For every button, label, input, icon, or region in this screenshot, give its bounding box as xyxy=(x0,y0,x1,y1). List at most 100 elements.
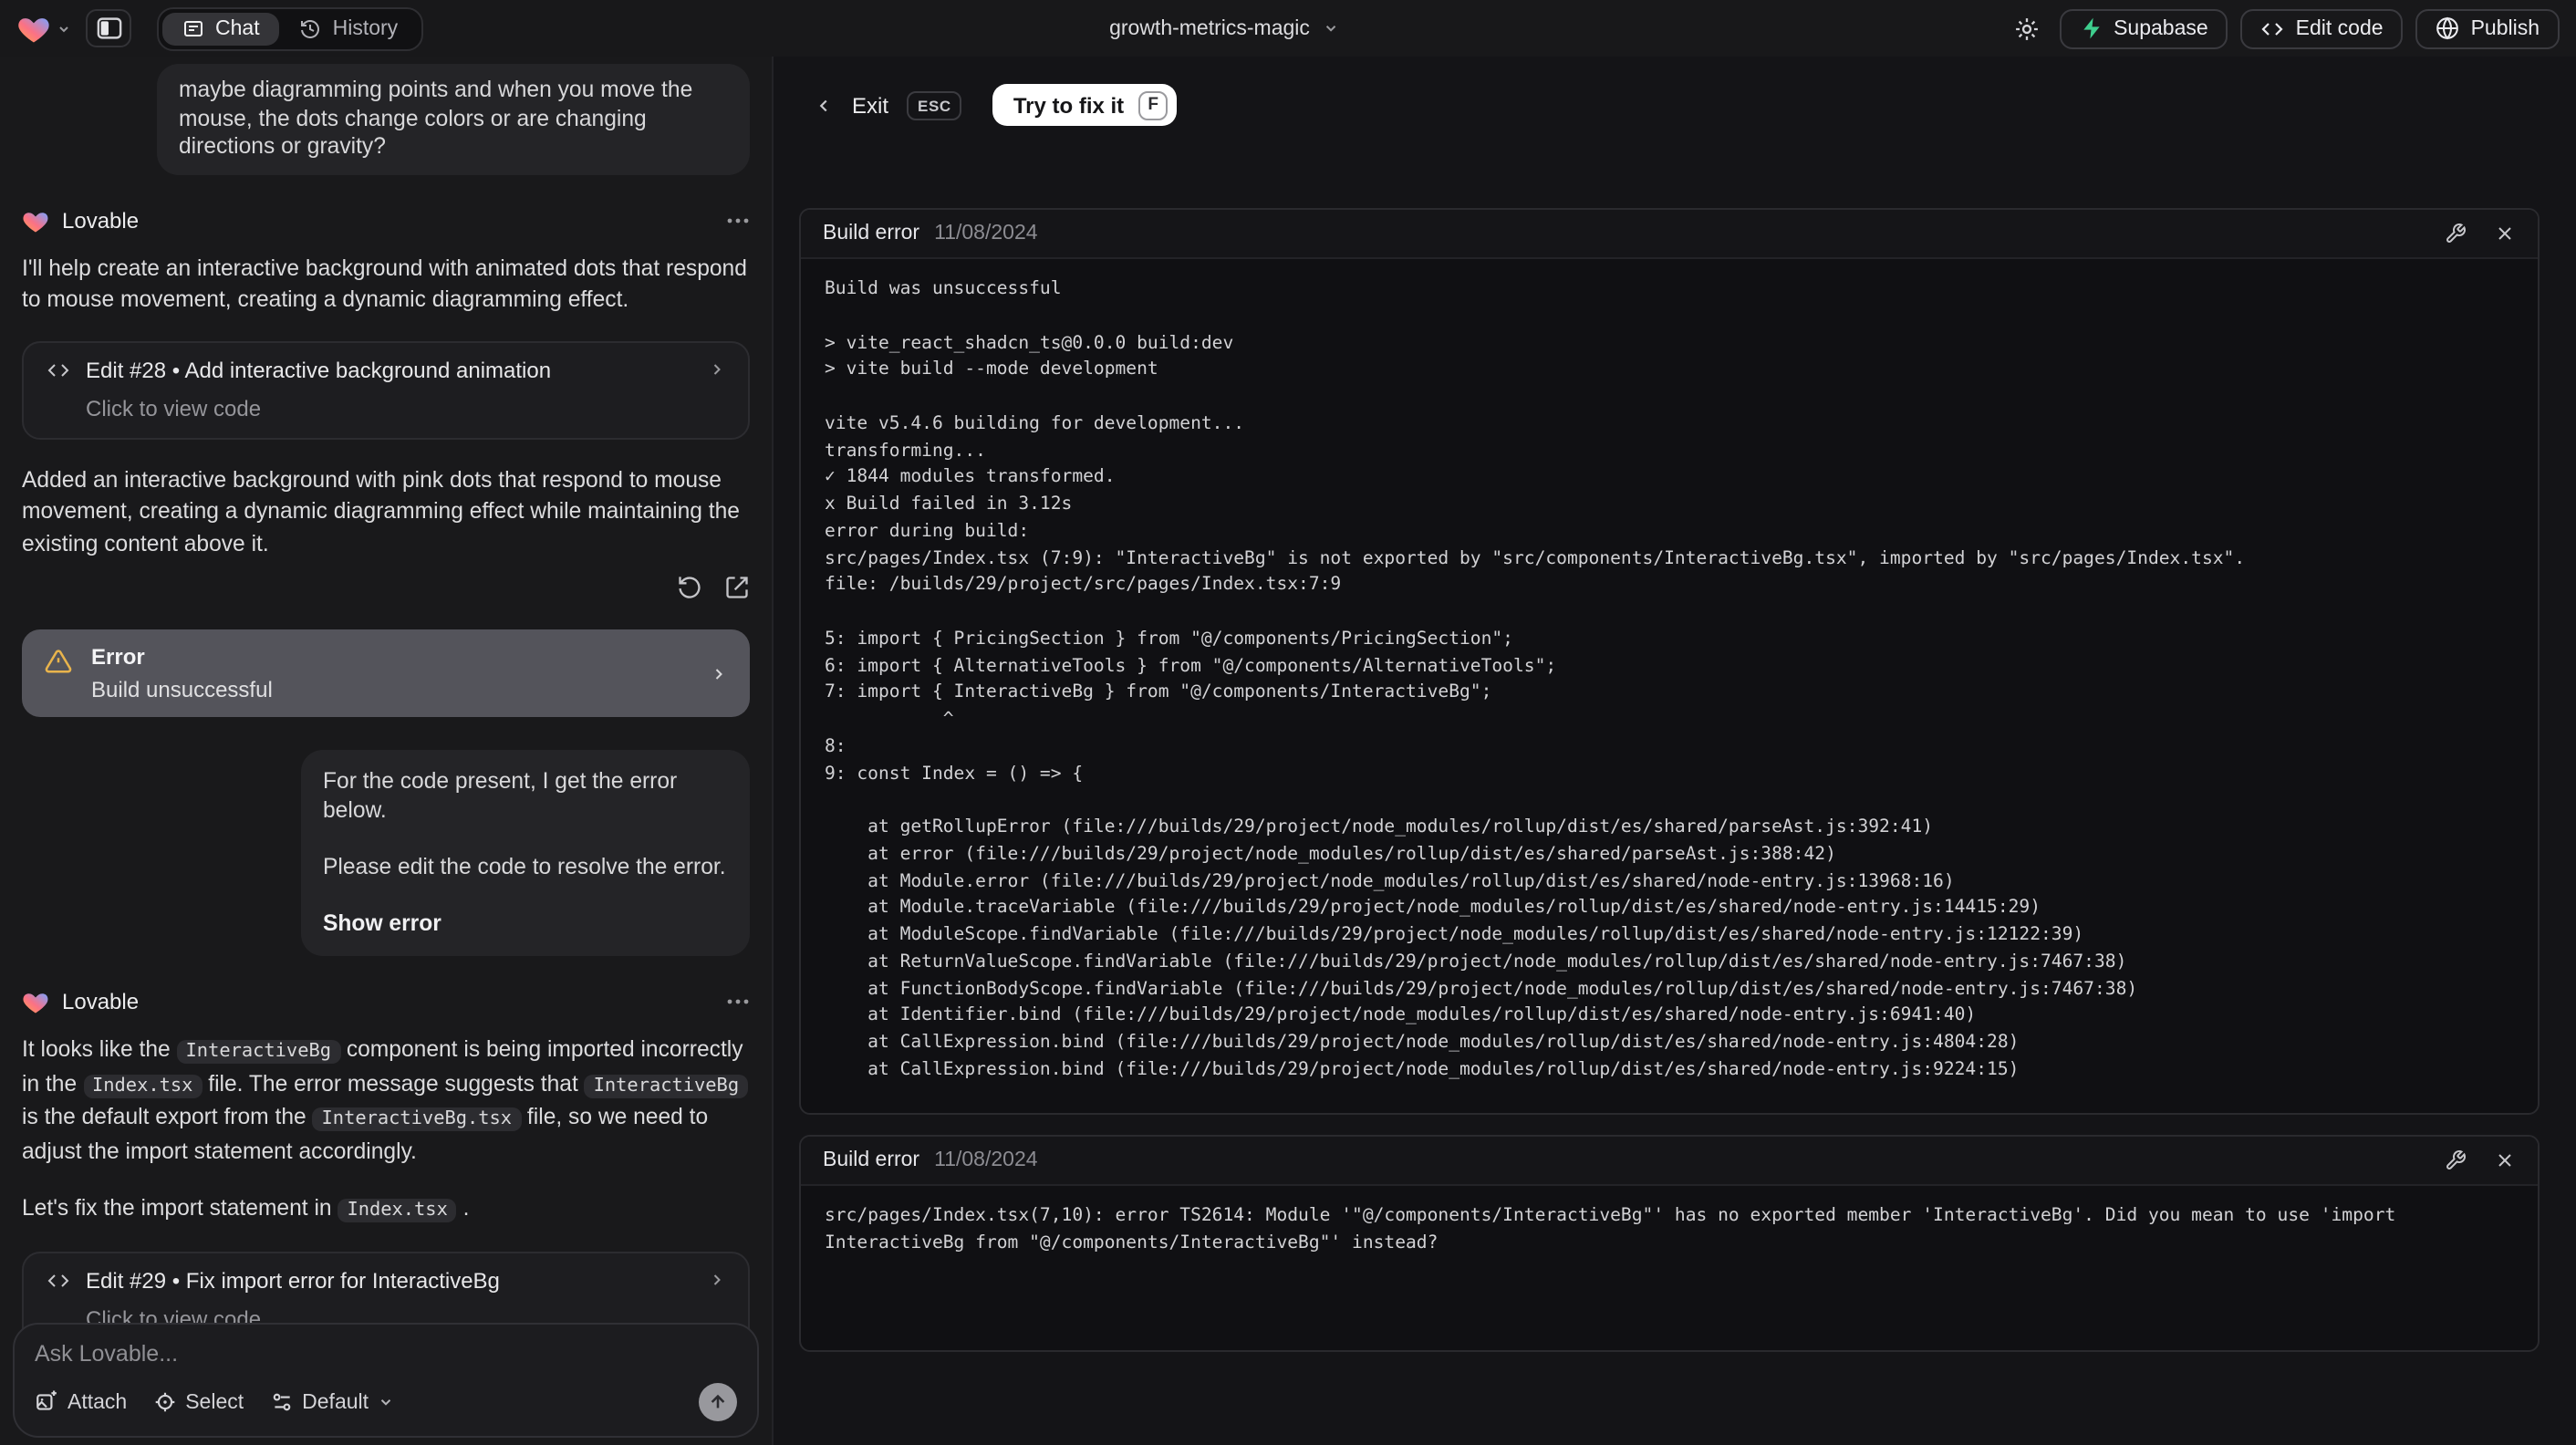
chat-composer: Attach Select Default xyxy=(13,1323,759,1438)
error-toolbar: Exit ESC Try to fix it F xyxy=(799,57,2540,153)
select-label: Select xyxy=(185,1391,244,1413)
error-panel-header: Build error 11/08/2024 xyxy=(801,1137,2538,1186)
arrow-up-icon xyxy=(708,1392,728,1412)
supabase-button[interactable]: Supabase xyxy=(2059,8,2228,48)
gear-icon xyxy=(2013,16,2039,41)
edit-card-subtitle: Click to view code xyxy=(86,395,262,421)
publish-button[interactable]: Publish xyxy=(2415,8,2560,48)
build-error-card[interactable]: Error Build unsuccessful xyxy=(22,629,750,717)
lovable-heart-icon xyxy=(22,207,49,233)
text-segment: It looks like the xyxy=(22,1036,177,1062)
error-panel-body: src/pages/Index.tsx(7,10): error TS2614:… xyxy=(801,1186,2538,1276)
supabase-label: Supabase xyxy=(2114,17,2208,39)
more-menu-icon[interactable] xyxy=(726,998,750,1005)
text-segment: file. The error message suggests that xyxy=(202,1070,585,1096)
close-icon[interactable] xyxy=(2494,1149,2516,1171)
assistant-name: Lovable xyxy=(62,989,140,1014)
assistant-paragraph: Let's fix the import statement in Index.… xyxy=(22,1193,750,1227)
send-button[interactable] xyxy=(699,1383,737,1421)
assistant-header: Lovable xyxy=(22,207,750,233)
lovable-heart-icon xyxy=(22,989,49,1014)
lovable-app: Chat History growth-metrics-magic Supaba… xyxy=(0,0,2576,1445)
tab-history[interactable]: History xyxy=(280,12,419,45)
tab-history-label: History xyxy=(332,17,399,39)
chat-scroll-area[interactable]: maybe diagramming points and when you mo… xyxy=(0,57,772,1445)
exit-button[interactable]: Exit xyxy=(852,92,888,118)
close-icon[interactable] xyxy=(2494,223,2516,244)
code-brackets-icon xyxy=(46,359,71,380)
chat-input[interactable] xyxy=(35,1341,737,1367)
error-panel-title: Build error xyxy=(823,1149,920,1171)
text-segment: is the default export from the xyxy=(22,1104,313,1129)
chevron-left-icon[interactable] xyxy=(814,94,834,116)
edit-code-button[interactable]: Edit code xyxy=(2240,8,2404,48)
globe-icon xyxy=(2436,16,2460,40)
inline-code: InteractiveBg.tsx xyxy=(312,1107,522,1131)
f-key-badge: F xyxy=(1138,90,1169,120)
user-message-text: maybe diagramming points and when you mo… xyxy=(179,77,693,159)
chevron-down-icon xyxy=(57,21,71,36)
chat-history-tabs: Chat History xyxy=(157,6,424,50)
error-card-title: Error xyxy=(91,644,145,670)
error-panel-date: 11/08/2024 xyxy=(934,1149,1038,1171)
text-segment: Let's fix the import statement in xyxy=(22,1195,338,1221)
wrench-icon[interactable] xyxy=(2445,223,2467,244)
message-actions xyxy=(22,575,750,600)
chevron-down-icon xyxy=(1323,20,1339,36)
try-to-fix-button[interactable]: Try to fix it F xyxy=(992,84,1178,126)
image-plus-icon xyxy=(35,1390,58,1414)
sidebar-toggle-button[interactable] xyxy=(86,9,131,47)
edit-card-28[interactable]: Edit #28 • Add interactive background an… xyxy=(22,340,750,439)
publish-label: Publish xyxy=(2470,17,2540,39)
settings-button[interactable] xyxy=(2006,9,2046,47)
more-menu-icon[interactable] xyxy=(726,216,750,224)
error-view: Exit ESC Try to fix it F Build error 11/… xyxy=(772,57,2576,1445)
error-panel-actions xyxy=(2445,1149,2516,1171)
build-log: src/pages/Index.tsx(7,10): error TS2614:… xyxy=(825,1206,2396,1253)
user-message: maybe diagramming points and when you mo… xyxy=(157,64,750,174)
show-error-link[interactable]: Show error xyxy=(323,910,728,938)
attach-label: Attach xyxy=(68,1391,128,1413)
fix-button-label: Try to fix it xyxy=(1013,92,1125,118)
chevron-right-icon xyxy=(708,1270,726,1290)
panel-left-icon xyxy=(96,16,121,40)
code-brackets-icon xyxy=(46,1269,71,1291)
supabase-bolt-icon xyxy=(2079,16,2103,40)
error-panel-actions xyxy=(2445,223,2516,244)
chat-bubble-icon xyxy=(182,17,204,39)
chevron-down-icon xyxy=(378,1394,394,1410)
error-panel-date: 11/08/2024 xyxy=(934,223,1038,244)
lovable-logo-menu[interactable] xyxy=(16,13,71,44)
target-icon xyxy=(152,1390,176,1414)
project-name: growth-metrics-magic xyxy=(1109,17,1310,39)
mode-dropdown[interactable]: Default xyxy=(269,1390,394,1414)
tab-chat[interactable]: Chat xyxy=(162,12,280,45)
main-split: maybe diagramming points and when you mo… xyxy=(0,57,2576,1445)
edit-code-label: Edit code xyxy=(2295,17,2384,39)
chevron-right-icon xyxy=(708,359,726,379)
topbar: Chat History growth-metrics-magic Supaba… xyxy=(0,0,2576,57)
text-segment: I'll help create an interactive backgrou… xyxy=(22,255,747,312)
mode-label: Default xyxy=(302,1391,369,1413)
select-button[interactable]: Select xyxy=(152,1390,244,1414)
user-message-text: For the code present, I get the error be… xyxy=(323,768,678,822)
wrench-icon[interactable] xyxy=(2445,1149,2467,1171)
edit-card-row: Edit #28 • Add interactive background an… xyxy=(46,357,726,382)
edit-card-title: Edit #28 • Add interactive background an… xyxy=(86,357,552,382)
refresh-icon[interactable] xyxy=(677,575,702,600)
attach-button[interactable]: Attach xyxy=(35,1390,127,1414)
inline-code: InteractiveBg xyxy=(584,1074,749,1097)
error-card-text: Error Build unsuccessful xyxy=(91,644,273,702)
project-switcher[interactable]: growth-metrics-magic xyxy=(1109,0,1339,57)
assistant-paragraph: I'll help create an interactive backgrou… xyxy=(22,253,750,317)
external-link-icon[interactable] xyxy=(724,575,750,600)
composer-toolbar: Attach Select Default xyxy=(35,1383,737,1421)
error-panel-title: Build error xyxy=(823,223,920,244)
code-brackets-icon xyxy=(2261,17,2285,39)
error-panel-header: Build error 11/08/2024 xyxy=(801,210,2538,259)
assistant-paragraph: It looks like the InteractiveBg componen… xyxy=(22,1034,750,1168)
build-error-panel-2: Build error 11/08/2024 src/pages/Index.t… xyxy=(799,1135,2540,1352)
topbar-left: Chat History xyxy=(16,6,424,50)
build-error-panel-1: Build error 11/08/2024 Build was unsucce… xyxy=(799,208,2540,1115)
edit-card-row: Edit #29 • Fix import error for Interact… xyxy=(46,1267,726,1293)
